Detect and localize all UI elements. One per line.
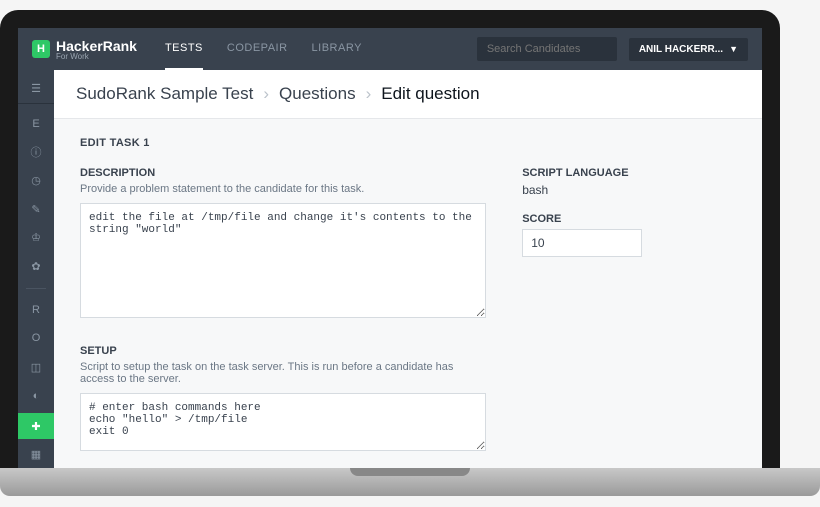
- tab-library[interactable]: LIBRARY: [312, 28, 362, 70]
- gear-icon: ✿: [31, 260, 40, 273]
- laptop-base: [0, 468, 820, 496]
- score-label: SCORE: [522, 213, 736, 225]
- sidebar-item-add-user[interactable]: ✚: [18, 413, 54, 440]
- app-screen: H HackerRank For Work TESTS CODEPAIR LIB…: [18, 28, 762, 468]
- setup-label: SETUP: [80, 345, 486, 357]
- sidebar-item-e[interactable]: E: [18, 110, 54, 137]
- sidebar-item-r[interactable]: R: [18, 297, 54, 324]
- main-content-area: SudoRank Sample Test › Questions › Edit …: [54, 70, 762, 468]
- breadcrumb: SudoRank Sample Test › Questions › Edit …: [54, 70, 762, 119]
- description-label: DESCRIPTION: [80, 167, 486, 179]
- script-language-label: SCRIPT LANGUAGE: [522, 167, 736, 179]
- contrast-icon: ◐: [33, 390, 40, 402]
- sidebar-item-user[interactable]: ♔: [18, 225, 54, 252]
- laptop-frame: H HackerRank For Work TESTS CODEPAIR LIB…: [0, 10, 780, 468]
- sidebar-item-contrast[interactable]: ◐: [18, 382, 54, 409]
- search-input[interactable]: [477, 37, 617, 61]
- left-sidebar: ☰ E ⓘ ◷ ✎ ♔ ✿ R O ◫ ◐ ✚ ▦: [18, 70, 54, 468]
- laptop-notch: [350, 468, 470, 476]
- clock-icon: ◷: [31, 174, 41, 187]
- breadcrumb-item-current: Edit question: [381, 84, 479, 104]
- sidebar-item-edit[interactable]: ✎: [18, 196, 54, 223]
- user-icon: ♔: [31, 231, 41, 244]
- sidebar-item-chart[interactable]: ◫: [18, 354, 54, 381]
- breadcrumb-item-test[interactable]: SudoRank Sample Test: [76, 84, 253, 104]
- tab-codepair[interactable]: CODEPAIR: [227, 28, 288, 70]
- primary-nav-tabs: TESTS CODEPAIR LIBRARY: [165, 28, 362, 70]
- score-input[interactable]: [522, 229, 642, 257]
- sidebar-item-info[interactable]: ⓘ: [18, 139, 54, 166]
- breadcrumb-separator: ›: [366, 84, 372, 104]
- grid-icon: ▦: [31, 448, 41, 461]
- chart-icon: ◫: [31, 361, 41, 374]
- form-content: EDIT TASK 1 DESCRIPTION Provide a proble…: [54, 119, 762, 468]
- sidebar-divider: [26, 288, 46, 289]
- hamburger-menu-icon[interactable]: ☰: [18, 74, 54, 104]
- info-icon: ⓘ: [31, 144, 42, 160]
- top-navbar: H HackerRank For Work TESTS CODEPAIR LIB…: [18, 28, 762, 70]
- description-textarea[interactable]: [80, 203, 486, 318]
- chevron-down-icon: ▼: [729, 44, 738, 54]
- brand-logo[interactable]: H HackerRank For Work: [32, 38, 137, 61]
- add-user-icon: ✚: [31, 420, 40, 433]
- setup-hint: Script to setup the task on the task ser…: [80, 361, 486, 385]
- body-area: ☰ E ⓘ ◷ ✎ ♔ ✿ R O ◫ ◐ ✚ ▦ SudoRank Sampl…: [18, 70, 762, 468]
- sidebar-item-o[interactable]: O: [18, 325, 54, 352]
- breadcrumb-item-questions[interactable]: Questions: [279, 84, 356, 104]
- setup-textarea[interactable]: [80, 393, 486, 451]
- sidebar-item-grid[interactable]: ▦: [18, 441, 54, 468]
- logo-badge-icon: H: [32, 40, 50, 58]
- topbar-right: ANIL HACKERR... ▼: [477, 37, 748, 61]
- edit-icon: ✎: [31, 203, 40, 216]
- script-language-value: bash: [522, 183, 736, 197]
- sidebar-item-clock[interactable]: ◷: [18, 168, 54, 195]
- user-label: ANIL HACKERR...: [639, 44, 723, 55]
- description-hint: Provide a problem statement to the candi…: [80, 183, 486, 195]
- user-menu-button[interactable]: ANIL HACKERR... ▼: [629, 38, 748, 61]
- breadcrumb-separator: ›: [263, 84, 269, 104]
- sidebar-item-settings[interactable]: ✿: [18, 253, 54, 280]
- tab-tests[interactable]: TESTS: [165, 28, 203, 70]
- task-heading: EDIT TASK 1: [80, 137, 736, 149]
